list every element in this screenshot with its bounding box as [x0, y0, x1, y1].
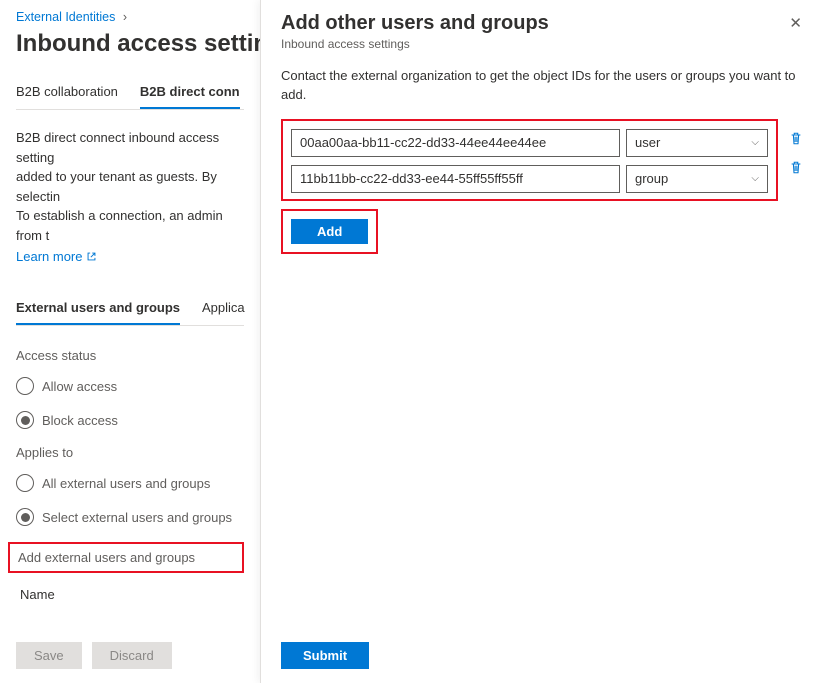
discard-button[interactable]: Discard	[92, 642, 172, 669]
close-icon[interactable]: ✕	[787, 12, 804, 34]
trash-icon	[789, 160, 803, 175]
flyout-subtitle: Inbound access settings	[281, 37, 549, 51]
column-header-name: Name	[20, 587, 244, 602]
object-id-input[interactable]	[291, 165, 620, 193]
access-status-label: Access status	[16, 348, 244, 363]
save-button[interactable]: Save	[16, 642, 82, 669]
delete-row-button[interactable]	[788, 131, 804, 146]
trash-icon	[789, 131, 803, 146]
user-group-row: user ⌵	[291, 129, 768, 157]
radio-all-external-users[interactable]: All external users and groups	[16, 474, 244, 492]
chevron-right-icon: ›	[123, 10, 127, 24]
add-external-users-link[interactable]: Add external users and groups	[8, 542, 244, 573]
type-select[interactable]: group ⌵	[626, 165, 768, 193]
flyout-instruction: Contact the external organization to get…	[281, 67, 804, 105]
subtab-applications[interactable]: Applica	[202, 292, 245, 325]
radio-icon	[16, 508, 34, 526]
subtab-external-users-groups[interactable]: External users and groups	[16, 292, 180, 325]
flyout-title: Add other users and groups	[281, 12, 549, 35]
page-title: Inbound access setting	[16, 30, 244, 58]
radio-select-external-users[interactable]: Select external users and groups	[16, 508, 244, 526]
add-button[interactable]: Add	[291, 219, 368, 244]
breadcrumb-parent[interactable]: External Identities	[16, 10, 115, 24]
description-text: B2B direct connect inbound access settin…	[16, 128, 244, 245]
radio-allow-access[interactable]: Allow access	[16, 377, 244, 395]
chevron-down-icon: ⌵	[751, 137, 759, 148]
radio-icon	[16, 377, 34, 395]
radio-icon	[16, 411, 34, 429]
radio-icon	[16, 474, 34, 492]
type-select[interactable]: user ⌵	[626, 129, 768, 157]
user-group-row: group ⌵	[291, 165, 768, 193]
applies-to-label: Applies to	[16, 445, 244, 460]
tab-b2b-direct-connect[interactable]: B2B direct conn	[140, 76, 240, 109]
object-id-input[interactable]	[291, 129, 620, 157]
breadcrumb[interactable]: External Identities ›	[16, 10, 244, 24]
chevron-down-icon: ⌵	[751, 173, 759, 184]
open-external-icon	[86, 251, 97, 262]
tab-b2b-collaboration[interactable]: B2B collaboration	[16, 76, 118, 109]
delete-row-button[interactable]	[788, 160, 804, 175]
learn-more-link[interactable]: Learn more	[16, 249, 97, 264]
radio-block-access[interactable]: Block access	[16, 411, 244, 429]
submit-button[interactable]: Submit	[281, 642, 369, 669]
